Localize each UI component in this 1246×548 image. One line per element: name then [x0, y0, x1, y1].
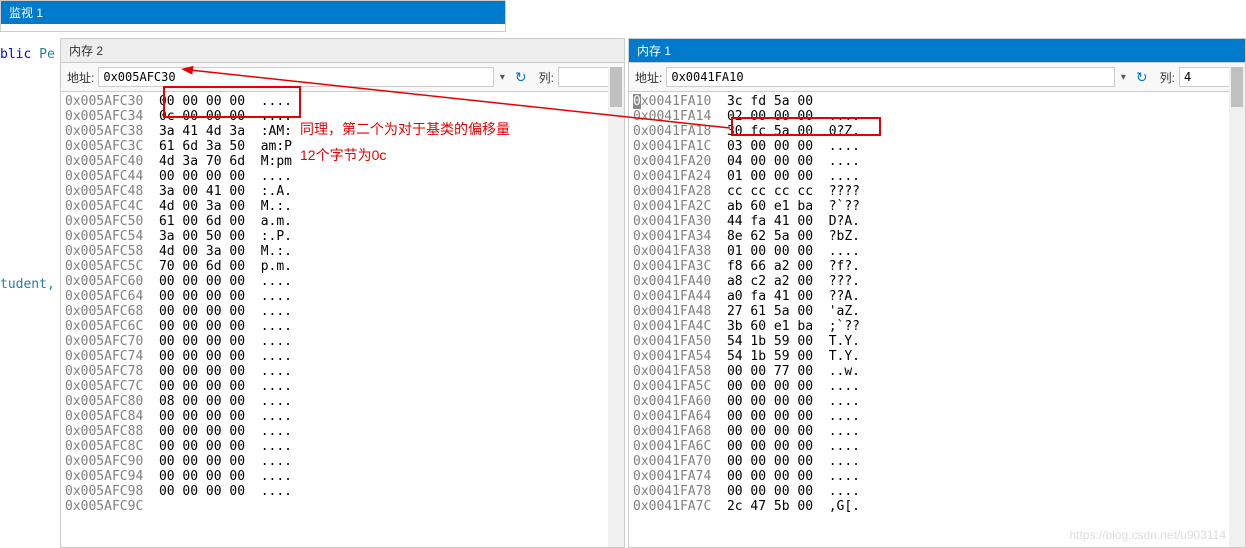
annotation-text: 同理，第二个为对于基类的偏移量 12个字节为0c	[300, 116, 510, 168]
watch-title: 监视 1	[1, 1, 505, 24]
memory-row[interactable]: 0x0041FA44 a0 fa 41 00 ??A.	[633, 289, 1241, 304]
memory-row[interactable]: 0x005AFC58 4d 00 3a 00 M.:.	[65, 244, 620, 259]
refresh-icon[interactable]: ↻	[511, 69, 531, 86]
memory-row[interactable]: 0x005AFC30 00 00 00 00 ....	[65, 94, 620, 109]
highlight-box	[163, 86, 301, 118]
memory-row[interactable]: 0x005AFC5C 70 00 6d 00 p.m.	[65, 259, 620, 274]
address-input[interactable]	[666, 67, 1115, 87]
memory-row[interactable]: 0x0041FA40 a8 c2 a2 00 ???.	[633, 274, 1241, 289]
watermark: https://blog.csdn.net/u903114	[1069, 528, 1226, 542]
memory-row[interactable]: 0x005AFC74 00 00 00 00 ....	[65, 349, 620, 364]
code-kw: blic	[0, 47, 31, 62]
watch-panel: 监视 1	[0, 0, 506, 32]
memory-row[interactable]: 0x005AFC78 00 00 00 00 ....	[65, 364, 620, 379]
memory-row[interactable]: 0x005AFC4C 4d 00 3a 00 M.:.	[65, 199, 620, 214]
memory-row[interactable]: 0x0041FA64 00 00 00 00 ....	[633, 409, 1241, 424]
toolbar: 地址: ▾ ↻ 列:	[61, 63, 624, 92]
memory-row[interactable]: 0x005AFC8C 00 00 00 00 ....	[65, 439, 620, 454]
memory-row[interactable]: 0x0041FA3C f8 66 a2 00 ?f?.	[633, 259, 1241, 274]
memory-row[interactable]: 0x005AFC6C 00 00 00 00 ....	[65, 319, 620, 334]
memory-row[interactable]: 0x005AFC50 61 00 6d 00 a.m.	[65, 214, 620, 229]
memory-row[interactable]: 0x0041FA54 54 1b 59 00 T.Y.	[633, 349, 1241, 364]
memory-row[interactable]: 0x0041FA34 8e 62 5a 00 ?bZ.	[633, 229, 1241, 244]
memory-row[interactable]: 0x0041FA74 00 00 00 00 ....	[633, 469, 1241, 484]
memory-row[interactable]: 0x0041FA48 27 61 5a 00 'aZ.	[633, 304, 1241, 319]
memory-row[interactable]: 0x0041FA24 01 00 00 00 ....	[633, 169, 1241, 184]
memory-row[interactable]: 0x005AFC98 00 00 00 00 ....	[65, 484, 620, 499]
note-line1: 同理，第二个为对于基类的偏移量	[300, 116, 510, 142]
memory-row[interactable]: 0x005AFC9C	[65, 499, 620, 514]
highlight-box	[731, 117, 881, 136]
refresh-icon[interactable]: ↻	[1132, 69, 1152, 86]
memory-row[interactable]: 0x005AFC94 00 00 00 00 ....	[65, 469, 620, 484]
toolbar: 地址: ▾ ↻ 列:	[629, 63, 1245, 92]
columns-label: 列:	[1160, 69, 1175, 86]
memory-row[interactable]: 0x005AFC88 00 00 00 00 ....	[65, 424, 620, 439]
memory-row[interactable]: 0x005AFC7C 00 00 00 00 ....	[65, 379, 620, 394]
memory-row[interactable]: 0x005AFC60 00 00 00 00 ....	[65, 274, 620, 289]
memory-row[interactable]: 0x0041FA68 00 00 00 00 ....	[633, 424, 1241, 439]
memory-row[interactable]: 0x005AFC64 00 00 00 00 ....	[65, 289, 620, 304]
dropdown-icon[interactable]: ▾	[1119, 72, 1128, 83]
panel-title: 内存 1	[629, 39, 1245, 63]
memory-row[interactable]: 0x0041FA38 01 00 00 00 ....	[633, 244, 1241, 259]
address-label: 地址:	[635, 69, 662, 86]
memory-row[interactable]: 0x005AFC68 00 00 00 00 ....	[65, 304, 620, 319]
memory-row[interactable]: 0x005AFC84 00 00 00 00 ....	[65, 409, 620, 424]
memory-row[interactable]: 0x005AFC44 00 00 00 00 ....	[65, 169, 620, 184]
memory-row[interactable]: 0x0041FA58 00 00 77 00 ..w.	[633, 364, 1241, 379]
scrollbar[interactable]	[608, 67, 624, 547]
memory-row[interactable]: 0x005AFC90 00 00 00 00 ....	[65, 454, 620, 469]
memory-row[interactable]: 0x005AFC48 3a 00 41 00 :.A.	[65, 184, 620, 199]
memory-content[interactable]: 0x0041FA10 3c fd 5a 00 0x0041FA14 02 00 …	[629, 92, 1245, 547]
memory-row[interactable]: 0x005AFC70 00 00 00 00 ....	[65, 334, 620, 349]
scrollbar-thumb[interactable]	[1231, 67, 1243, 107]
memory1-panel: 内存 1 地址: ▾ ↻ 列: 0x0041FA10 3c fd 5a 00 0…	[628, 38, 1246, 548]
memory-row[interactable]: 0x0041FA7C 2c 47 5b 00 ,G[.	[633, 499, 1241, 514]
memory-row[interactable]: 0x0041FA78 00 00 00 00 ....	[633, 484, 1241, 499]
memory-row[interactable]: 0x0041FA60 00 00 00 00 ....	[633, 394, 1241, 409]
memory-row[interactable]: 0x0041FA70 00 00 00 00 ....	[633, 454, 1241, 469]
memory-row[interactable]: 0x0041FA20 04 00 00 00 ....	[633, 154, 1241, 169]
memory-row[interactable]: 0x0041FA10 3c fd 5a 00	[633, 94, 1241, 109]
memory-row[interactable]: 0x0041FA5C 00 00 00 00 ....	[633, 379, 1241, 394]
address-input[interactable]	[98, 67, 494, 87]
memory-row[interactable]: 0x0041FA14 02 00 00 00 ....	[633, 109, 1241, 124]
memory-row[interactable]: 0x0041FA1C 03 00 00 00 ....	[633, 139, 1241, 154]
code-type: Pe	[39, 47, 55, 62]
dropdown-icon[interactable]: ▾	[498, 72, 507, 83]
memory-row[interactable]: 0x005AFC54 3a 00 50 00 :.P.	[65, 229, 620, 244]
scrollbar-thumb[interactable]	[610, 67, 622, 107]
memory-row[interactable]: 0x0041FA2C ab 60 e1 ba ?`??	[633, 199, 1241, 214]
memory-row[interactable]: 0x0041FA18 30 fc 5a 00 0?Z.	[633, 124, 1241, 139]
code-type: tudent,	[0, 277, 55, 292]
address-label: 地址:	[67, 69, 94, 86]
memory-row[interactable]: 0x0041FA4C 3b 60 e1 ba ;`??	[633, 319, 1241, 334]
columns-label: 列:	[539, 69, 554, 86]
memory-row[interactable]: 0x0041FA28 cc cc cc cc ????	[633, 184, 1241, 199]
memory-row[interactable]: 0x0041FA30 44 fa 41 00 D?A.	[633, 214, 1241, 229]
background-code: blic Pe tudent,	[0, 0, 60, 548]
note-line2: 12个字节为0c	[300, 142, 510, 168]
memory2-panel: 内存 2 地址: ▾ ↻ 列: 0x005AFC30 00 00 00 00 .…	[60, 38, 625, 548]
memory-row[interactable]: 0x0041FA6C 00 00 00 00 ....	[633, 439, 1241, 454]
memory-row[interactable]: 0x0041FA50 54 1b 59 00 T.Y.	[633, 334, 1241, 349]
scrollbar[interactable]	[1229, 67, 1245, 547]
panel-title: 内存 2	[61, 39, 624, 63]
memory-row[interactable]: 0x005AFC80 08 00 00 00 ....	[65, 394, 620, 409]
